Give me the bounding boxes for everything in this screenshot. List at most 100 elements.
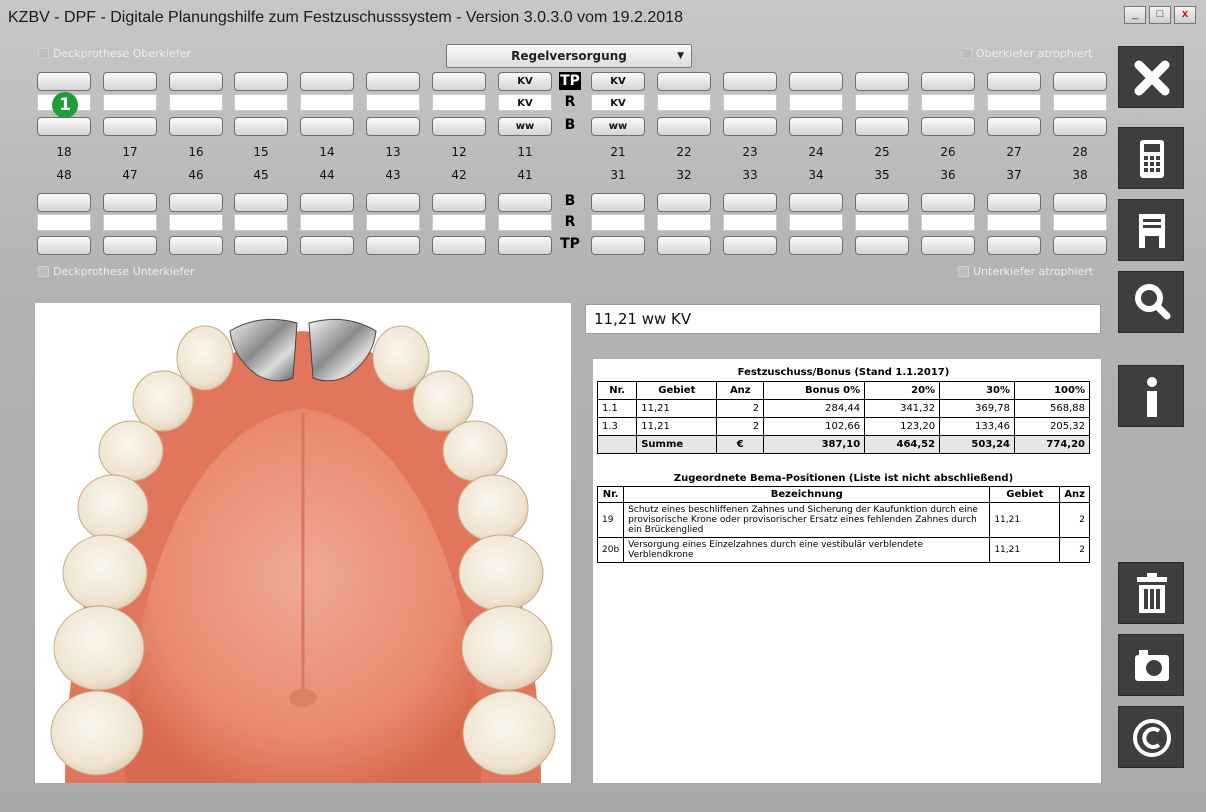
- tooth-tp-button[interactable]: [498, 236, 552, 255]
- tooth-r-field[interactable]: [169, 214, 223, 231]
- tooth-r-field[interactable]: [169, 94, 223, 111]
- tooth-b-button[interactable]: [498, 193, 552, 212]
- tooth-b-button[interactable]: [921, 193, 975, 212]
- tooth-b-button[interactable]: [591, 193, 645, 212]
- tooth-r-field[interactable]: [498, 214, 552, 231]
- tooth-tp-button[interactable]: [723, 72, 777, 91]
- tooth-tp-button[interactable]: [37, 236, 91, 255]
- tooth-tp-button[interactable]: [366, 72, 420, 91]
- tooth-tp-button[interactable]: [855, 72, 909, 91]
- tooth-b-button[interactable]: [366, 193, 420, 212]
- tooth-r-field[interactable]: [300, 214, 354, 231]
- tooth-r-field[interactable]: [432, 214, 486, 231]
- tooth-tp-button[interactable]: [921, 236, 975, 255]
- tooth-r-field[interactable]: [1053, 94, 1107, 111]
- tooth-r-field[interactable]: KV: [498, 94, 552, 111]
- tooth-b-button[interactable]: [432, 193, 486, 212]
- tooth-tp-button[interactable]: [169, 72, 223, 91]
- tooth-r-field[interactable]: [789, 94, 843, 111]
- close-button[interactable]: [1118, 46, 1184, 108]
- tooth-r-field[interactable]: [366, 214, 420, 231]
- tooth-b-button[interactable]: [789, 117, 843, 136]
- tooth-r-field[interactable]: [657, 94, 711, 111]
- tooth-b-button[interactable]: [432, 117, 486, 136]
- tooth-b-button[interactable]: [987, 193, 1041, 212]
- tooth-b-button[interactable]: [37, 193, 91, 212]
- tooth-r-field[interactable]: [657, 214, 711, 231]
- tooth-r-field[interactable]: [300, 94, 354, 111]
- tooth-r-field[interactable]: [234, 94, 288, 111]
- tooth-tp-button[interactable]: [657, 236, 711, 255]
- tooth-r-field[interactable]: [723, 214, 777, 231]
- tooth-tp-button[interactable]: [987, 72, 1041, 91]
- tooth-r-field[interactable]: KV: [591, 94, 645, 111]
- tooth-r-field[interactable]: [789, 214, 843, 231]
- tooth-b-button[interactable]: [37, 117, 91, 136]
- tooth-tp-button[interactable]: [300, 72, 354, 91]
- tooth-tp-button[interactable]: [723, 236, 777, 255]
- tooth-b-button[interactable]: [723, 117, 777, 136]
- tooth-tp-button[interactable]: [300, 236, 354, 255]
- tooth-b-button[interactable]: [657, 117, 711, 136]
- tooth-tp-button[interactable]: [366, 236, 420, 255]
- copyright-button[interactable]: [1118, 706, 1184, 768]
- tooth-r-field[interactable]: [921, 214, 975, 231]
- tooth-tp-button[interactable]: [789, 236, 843, 255]
- tooth-b-button[interactable]: [855, 193, 909, 212]
- tooth-tp-button[interactable]: [432, 236, 486, 255]
- tooth-b-button[interactable]: [921, 117, 975, 136]
- findings-input[interactable]: 11,21 ww KV: [585, 304, 1101, 334]
- tooth-b-button[interactable]: [169, 117, 223, 136]
- tooth-tp-button[interactable]: [234, 236, 288, 255]
- tooth-tp-button[interactable]: KV: [498, 72, 552, 91]
- tooth-tp-button[interactable]: [103, 72, 157, 91]
- tooth-r-field[interactable]: [234, 214, 288, 231]
- tooth-b-button[interactable]: [103, 193, 157, 212]
- tooth-tp-button[interactable]: [234, 72, 288, 91]
- tooth-tp-button[interactable]: [1053, 236, 1107, 255]
- tooth-tp-button[interactable]: KV: [591, 72, 645, 91]
- info-button[interactable]: [1118, 365, 1184, 427]
- tooth-b-button[interactable]: [987, 117, 1041, 136]
- tooth-tp-button[interactable]: [855, 236, 909, 255]
- tooth-r-field[interactable]: [37, 214, 91, 231]
- tooth-r-field[interactable]: [723, 94, 777, 111]
- tooth-b-button[interactable]: ww: [591, 117, 645, 136]
- tooth-tp-button[interactable]: [103, 236, 157, 255]
- tooth-r-field[interactable]: [987, 94, 1041, 111]
- tooth-tp-button[interactable]: [987, 236, 1041, 255]
- tooth-tp-button[interactable]: [657, 72, 711, 91]
- tooth-b-button[interactable]: ww: [498, 117, 552, 136]
- tooth-r-field[interactable]: [591, 214, 645, 231]
- tooth-r-field[interactable]: [921, 94, 975, 111]
- tooth-r-field[interactable]: [1053, 214, 1107, 231]
- tooth-r-field[interactable]: [366, 94, 420, 111]
- tooth-b-button[interactable]: [855, 117, 909, 136]
- tooth-b-button[interactable]: [723, 193, 777, 212]
- calculator-button[interactable]: [1118, 127, 1184, 189]
- tooth-tp-button[interactable]: [169, 236, 223, 255]
- tooth-r-field[interactable]: [432, 94, 486, 111]
- tooth-b-button[interactable]: [300, 117, 354, 136]
- delete-button[interactable]: [1118, 562, 1184, 624]
- tooth-b-button[interactable]: [1053, 193, 1107, 212]
- tooth-r-field[interactable]: [103, 214, 157, 231]
- tooth-tp-button[interactable]: [921, 72, 975, 91]
- maximize-button[interactable]: □: [1149, 6, 1171, 24]
- tooth-b-button[interactable]: [657, 193, 711, 212]
- tooth-b-button[interactable]: [789, 193, 843, 212]
- tooth-b-button[interactable]: [1053, 117, 1107, 136]
- tooth-tp-button[interactable]: [789, 72, 843, 91]
- tooth-b-button[interactable]: [103, 117, 157, 136]
- tooth-b-button[interactable]: [169, 193, 223, 212]
- tooth-tp-button[interactable]: [432, 72, 486, 91]
- tooth-r-field[interactable]: [855, 214, 909, 231]
- screenshot-button[interactable]: [1118, 634, 1184, 696]
- tooth-b-button[interactable]: [234, 193, 288, 212]
- tooth-b-button[interactable]: [300, 193, 354, 212]
- tooth-r-field[interactable]: [103, 94, 157, 111]
- tooth-tp-button[interactable]: [37, 72, 91, 91]
- save-button[interactable]: [1118, 199, 1184, 261]
- tooth-r-field[interactable]: [987, 214, 1041, 231]
- tooth-r-field[interactable]: [855, 94, 909, 111]
